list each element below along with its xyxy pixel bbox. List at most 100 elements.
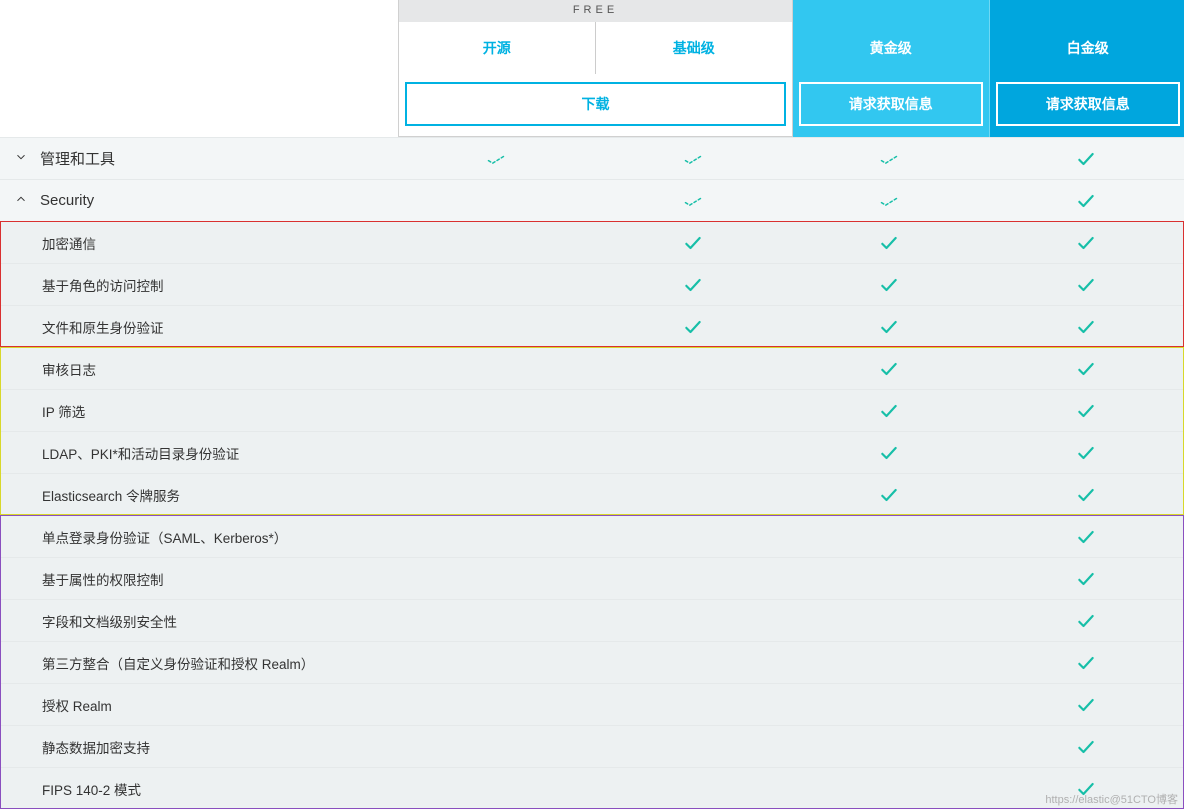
check-icon [879,444,899,459]
check-icon [1076,486,1096,501]
cell [791,443,988,463]
plan-open-source[interactable]: 开源 [399,22,596,74]
cell [988,695,1184,715]
feature-row: IP 筛选 [0,389,1184,431]
gold-plan-group: 黄金级 请求获取信息 [793,0,990,137]
header-row: FREE 开源 基础级 下载 黄金级 请求获取信息 白金级 请求获取信息 [0,0,1184,137]
feature-row: 基于属性的权限控制 [0,557,1184,599]
cell [398,150,595,167]
feature-label: 单点登录身份验证（SAML、Kerberos*） [42,527,287,547]
section-row-mgmt[interactable]: 管理和工具 [0,137,1184,179]
feature-row: 字段和文档级别安全性 [0,599,1184,641]
download-button[interactable]: 下载 [405,82,786,126]
check-icon [1076,276,1096,291]
section-row-security[interactable]: Security [0,179,1184,221]
check-icon [1076,654,1096,669]
cell [988,359,1184,379]
feature-row: 授权 Realm [0,683,1184,725]
feature-row: 基于角色的访问控制 [0,263,1184,305]
check-icon [1076,149,1096,166]
watermark: https://elastic@51CTO博客 [1045,791,1178,807]
partial-check-icon [879,192,899,209]
feature-label: 基于角色的访问控制 [42,275,164,295]
cell [595,275,792,295]
cell [595,317,792,337]
feature-label: 文件和原生身份验证 [42,317,164,337]
free-plan-group: FREE 开源 基础级 下载 [398,0,793,137]
check-icon [879,276,899,291]
check-icon [1076,570,1096,585]
feature-label: Elasticsearch 令牌服务 [42,485,180,505]
feature-label: IP 筛选 [42,401,85,421]
cell [988,527,1184,547]
check-icon [1076,444,1096,459]
feature-row: 静态数据加密支持 [0,725,1184,767]
cell [988,401,1184,421]
feature-row: 第三方整合（自定义身份验证和授权 Realm） [0,641,1184,683]
feature-row: Elasticsearch 令牌服务 [0,473,1184,515]
cell [988,317,1184,337]
pricing-table: FREE 开源 基础级 下载 黄金级 请求获取信息 白金级 请求获取信息 管理和… [0,0,1184,809]
plan-basic[interactable]: 基础级 [596,22,793,74]
feature-label: FIPS 140-2 模式 [42,779,141,799]
cell [791,192,988,209]
request-info-gold-button[interactable]: 请求获取信息 [799,82,983,126]
cell [988,275,1184,295]
feature-row: 单点登录身份验证（SAML、Kerberos*） [0,515,1184,557]
check-icon [683,276,703,291]
cell [988,443,1184,463]
section-label: 管理和工具 [40,148,115,169]
feature-group-purple: 单点登录身份验证（SAML、Kerberos*） 基于属性的权限控制字段和文档级别… [0,515,1184,809]
feature-label: 加密通信 [42,233,96,253]
check-icon [879,318,899,333]
check-icon [1076,612,1096,627]
feature-label: 静态数据加密支持 [42,737,150,757]
check-icon [879,402,899,417]
cell [791,485,988,505]
feature-group-yellow: 审核日志 IP 筛选 LDAP、PKI*和活动目录身份验证 Elasticsearch… [0,347,1184,515]
cell [791,317,988,337]
cell [595,233,792,253]
check-icon [879,360,899,375]
check-icon [1076,360,1096,375]
check-icon [1076,528,1096,543]
feature-label: 第三方整合（自定义身份验证和授权 Realm） [42,653,314,673]
feature-row: FIPS 140-2 模式 [0,767,1184,809]
check-icon [1076,318,1096,333]
cell [791,401,988,421]
feature-group-red: 加密通信基于角色的访问控制文件和原生身份验证 [0,221,1184,347]
plan-platinum[interactable]: 白金级 [990,22,1184,74]
cell [988,569,1184,589]
request-info-platinum-button[interactable]: 请求获取信息 [996,82,1181,126]
check-icon [683,234,703,249]
feature-row: 审核日志 [0,347,1184,389]
chevron-up-icon [14,192,32,210]
platinum-plan-group: 白金级 请求获取信息 [990,0,1184,137]
cell [988,737,1184,757]
cell [988,233,1184,253]
plan-gold[interactable]: 黄金级 [793,22,989,74]
check-icon [1076,696,1096,711]
check-icon [879,486,899,501]
cell [595,192,792,209]
check-icon [1076,738,1096,753]
cell [988,611,1184,631]
feature-row: 加密通信 [0,221,1184,263]
chevron-down-icon [14,150,32,168]
cell [988,191,1184,211]
header-spacer [0,0,398,137]
feature-row: 文件和原生身份验证 [0,305,1184,347]
feature-label: 审核日志 [42,359,96,379]
partial-check-icon [683,150,703,167]
check-icon [1076,402,1096,417]
feature-label: LDAP、PKI*和活动目录身份验证 [42,443,239,463]
check-icon [683,318,703,333]
cell [791,233,988,253]
check-icon [1076,191,1096,208]
feature-row: LDAP、PKI*和活动目录身份验证 [0,431,1184,473]
check-icon [879,234,899,249]
cell [988,485,1184,505]
partial-check-icon [486,150,506,167]
cell [791,275,988,295]
cell [988,149,1184,169]
